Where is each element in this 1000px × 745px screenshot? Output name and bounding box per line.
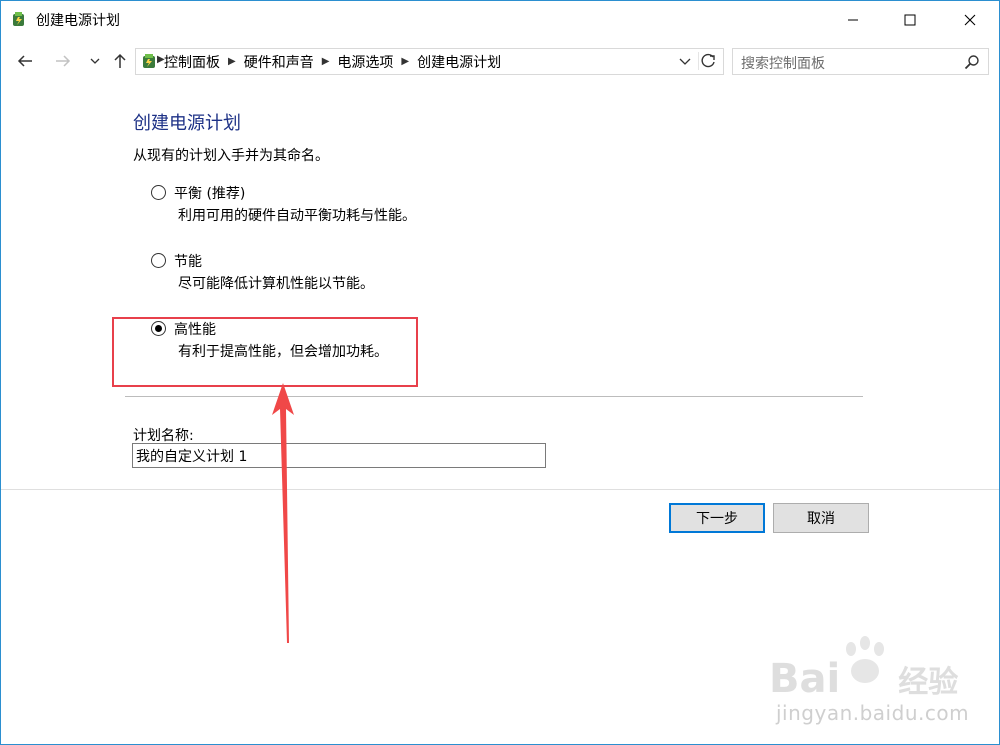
recent-locations-button[interactable] (84, 50, 106, 72)
option-description: 尽可能降低计算机性能以节能。 (178, 276, 374, 292)
forward-button[interactable] (52, 50, 74, 72)
control-panel-icon (143, 54, 155, 68)
minimize-button[interactable] (830, 1, 876, 38)
maximize-icon (904, 14, 916, 25)
radio-power-saver[interactable] (151, 253, 166, 268)
search-placeholder: 搜索控制面板 (741, 56, 825, 72)
plan-name-field[interactable] (132, 443, 546, 468)
title-bar: 创建电源计划 (1, 1, 999, 38)
power-options-icon (13, 12, 24, 26)
arrow-left-icon (17, 55, 32, 67)
refresh-button[interactable] (698, 52, 719, 70)
breadcrumb-separator-icon[interactable]: ▶ (322, 56, 330, 67)
address-dropdown-button[interactable] (676, 52, 694, 70)
search-icon[interactable] (964, 54, 980, 70)
breadcrumb-separator-icon[interactable]: ▶ (401, 56, 409, 67)
option-label[interactable]: 节能 (174, 251, 202, 271)
watermark-brand-text-2: 经验 (898, 665, 959, 700)
option-description: 利用可用的硬件自动平衡功耗与性能。 (178, 208, 416, 224)
breadcrumb-control-panel[interactable]: 控制面板 (164, 52, 220, 72)
chevron-down-icon (679, 58, 691, 65)
minimize-icon (848, 19, 858, 20)
breadcrumb-create-plan[interactable]: 创建电源计划 (417, 52, 501, 72)
footer-separator (1, 489, 999, 490)
close-button[interactable] (947, 1, 993, 38)
watermark-brand-text: Bai (769, 656, 841, 702)
chevron-down-icon (90, 58, 100, 64)
option-label[interactable]: 平衡 (推荐) (174, 183, 245, 203)
plan-name-label: 计划名称: (133, 428, 194, 444)
breadcrumb-separator-icon[interactable]: ▶ (228, 56, 236, 67)
watermark-url: jingyan.baidu.com (776, 701, 970, 725)
radio-balanced[interactable] (151, 185, 166, 200)
annotation-arrow-icon (272, 383, 294, 643)
instruction-text: 从现有的计划入手并为其命名。 (133, 148, 329, 164)
breadcrumb-power-options[interactable]: 电源选项 (337, 52, 393, 72)
watermark-brand: Bai 经验 (769, 656, 958, 702)
cancel-button[interactable]: 取消 (773, 503, 869, 533)
breadcrumb: 控制面板 ▶ 硬件和声音 ▶ 电源选项 ▶ 创建电源计划 (164, 49, 501, 74)
refresh-icon (701, 53, 715, 68)
window-title: 创建电源计划 (36, 13, 120, 29)
back-button[interactable] (14, 50, 36, 72)
annotation-highlight-box (112, 317, 418, 387)
close-icon (964, 14, 976, 25)
search-input[interactable]: 搜索控制面板 (732, 48, 989, 75)
page-title: 创建电源计划 (133, 113, 241, 134)
divider (125, 396, 863, 397)
control-panel-window: 创建电源计划 ▶ 控制面板 ▶ 硬件和声音 ▶ 电源选项 ▶ 创建电源计划 搜索… (0, 0, 1000, 745)
address-bar[interactable]: ▶ 控制面板 ▶ 硬件和声音 ▶ 电源选项 ▶ 创建电源计划 (135, 48, 724, 75)
arrow-up-icon (114, 53, 126, 68)
arrow-right-icon (56, 55, 71, 67)
next-button[interactable]: 下一步 (669, 503, 765, 533)
up-button[interactable] (109, 50, 131, 72)
maximize-button[interactable] (887, 1, 933, 38)
breadcrumb-hardware-sound[interactable]: 硬件和声音 (244, 52, 314, 72)
